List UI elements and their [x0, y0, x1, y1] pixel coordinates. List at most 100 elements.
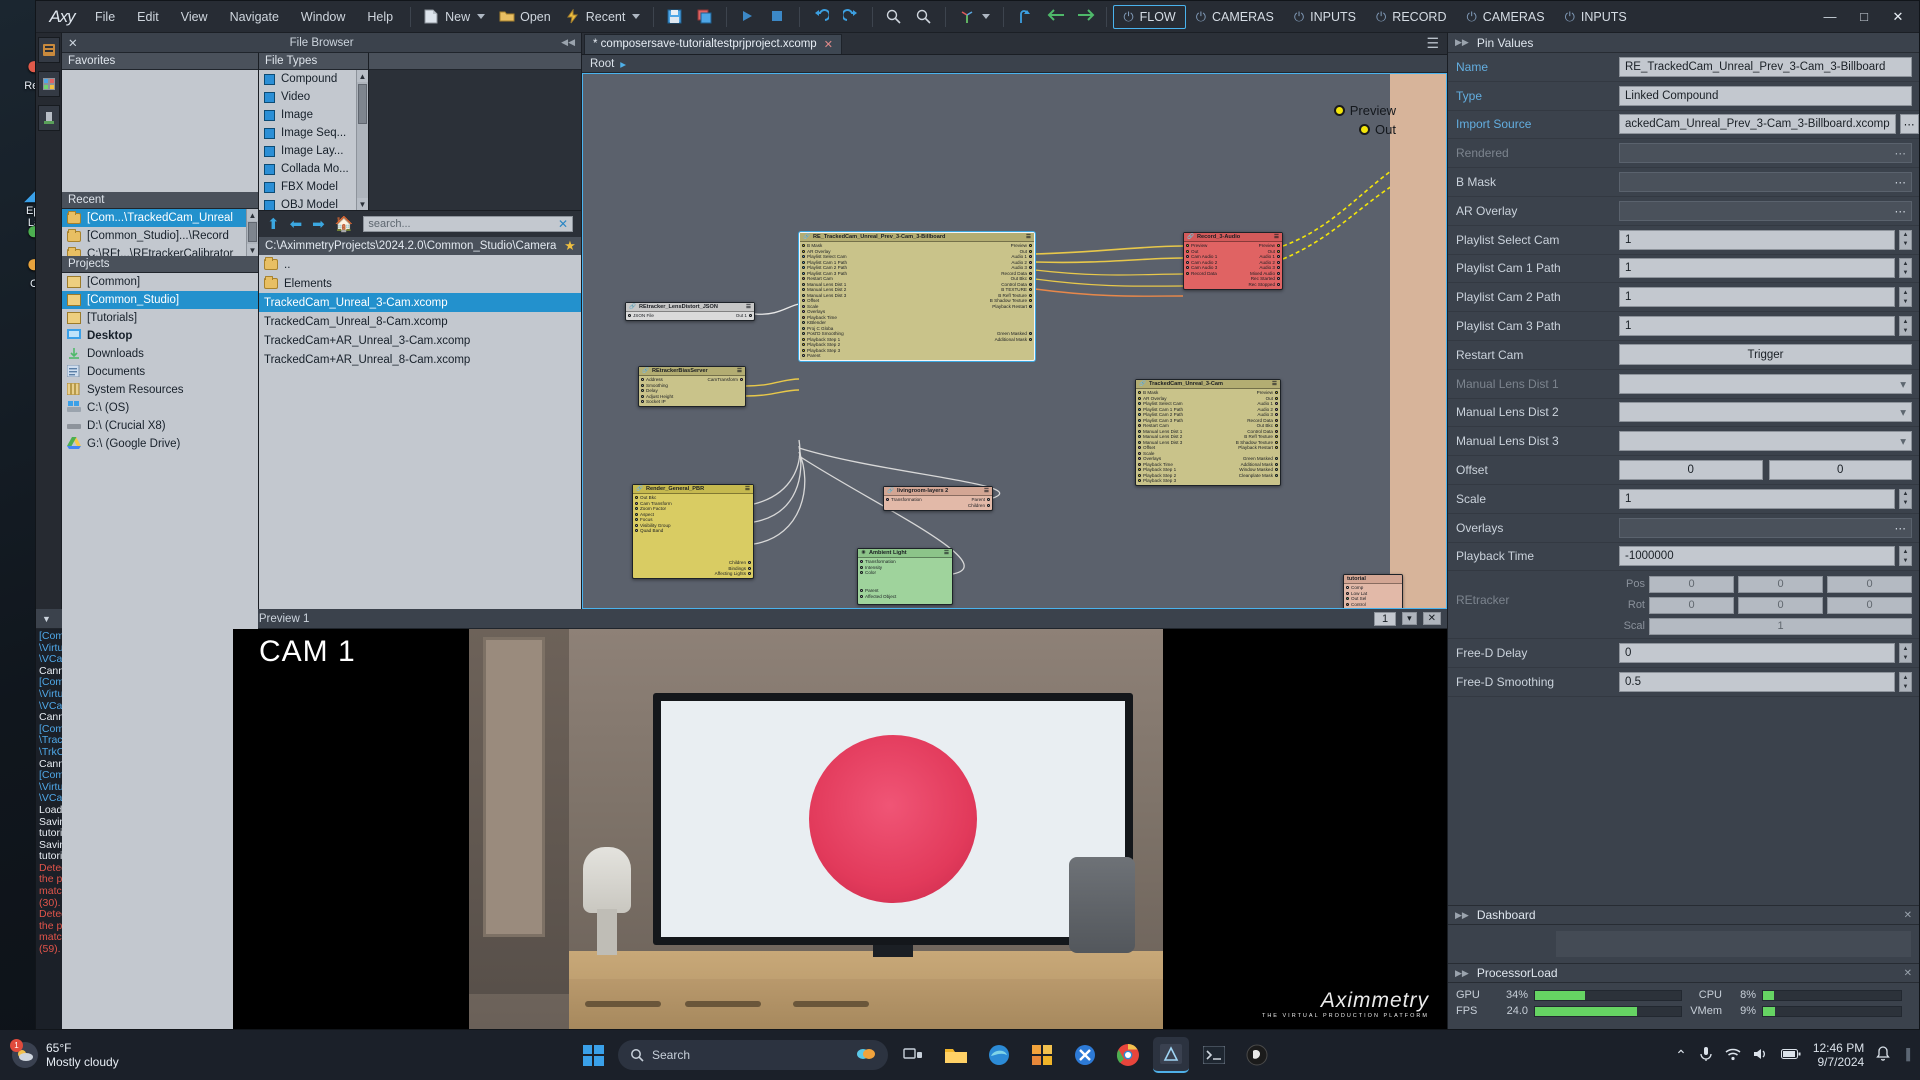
- file-type-item[interactable]: Image Lay...: [259, 142, 368, 160]
- preview-index[interactable]: 1: [1373, 611, 1397, 626]
- projects-list[interactable]: [Common] [Common_Studio] [Tutorials] Des…: [62, 273, 258, 1029]
- back-button[interactable]: [1040, 5, 1070, 29]
- node-menu-icon[interactable]: ☰: [1272, 381, 1277, 387]
- checkbox-icon[interactable]: [264, 199, 275, 210]
- checkbox-icon[interactable]: [264, 73, 275, 85]
- search-input[interactable]: Search: [618, 1040, 888, 1070]
- output-pin-out[interactable]: Out: [1359, 122, 1396, 137]
- node-menu-icon[interactable]: ☰: [746, 304, 751, 310]
- spinner-stepper[interactable]: ▲ ▼: [1899, 258, 1912, 279]
- forward-button[interactable]: [1070, 5, 1100, 29]
- scroll-up-icon[interactable]: ▲: [247, 209, 258, 221]
- file-type-item[interactable]: Collada Mo...: [259, 160, 368, 178]
- dock-button-panels[interactable]: [37, 71, 60, 97]
- recent-item[interactable]: [Common_Studio]...\Record: [62, 227, 258, 245]
- mode-flow[interactable]: ⏻ FLOW: [1113, 4, 1186, 29]
- pin-values-collapse-icon[interactable]: ▶▶: [1455, 37, 1469, 48]
- battery-icon[interactable]: [1780, 1048, 1801, 1063]
- aximmetry-button[interactable]: [1153, 1037, 1189, 1073]
- notifications-icon[interactable]: [1876, 1045, 1891, 1065]
- preview-dropdown-icon[interactable]: ▾: [1402, 612, 1417, 625]
- star-icon[interactable]: ★: [559, 237, 581, 255]
- menu-view[interactable]: View: [170, 5, 219, 29]
- pin-value-playlist-select-cam[interactable]: 1: [1619, 229, 1895, 250]
- pin-value-b-mask[interactable]: ⋯: [1619, 172, 1912, 193]
- retracker-rot-z[interactable]: 0: [1827, 596, 1912, 614]
- project-item-downloads[interactable]: Downloads: [62, 345, 258, 363]
- unreal-engine-button[interactable]: [1239, 1037, 1275, 1073]
- save-button[interactable]: [660, 5, 690, 29]
- node-menu-icon[interactable]: ☰: [984, 488, 989, 494]
- project-item-drive-g[interactable]: G:\ (Google Drive): [62, 435, 258, 453]
- pin-value-overlays[interactable]: ⋯: [1619, 517, 1912, 538]
- file-row-parent[interactable]: ..: [259, 255, 581, 274]
- node-header[interactable]: 🔗 TrackedCam_Unreal_3-Cam ☰: [1136, 380, 1280, 389]
- home-icon[interactable]: 🏠: [335, 215, 354, 233]
- scroll-thumb[interactable]: [248, 222, 257, 242]
- store-button[interactable]: [1024, 1037, 1060, 1073]
- restart-cam-trigger-button[interactable]: Trigger: [1619, 344, 1912, 366]
- pin-value-offset-y[interactable]: 0: [1768, 460, 1912, 481]
- node-retracker-lensdistort[interactable]: 🔗 REtracker_LensDistort_JSON ☰ JSON File…: [625, 302, 755, 321]
- node-canvas[interactable]: Preview Out 🔗 RE_TrackedCam_Unreal_Prev_…: [582, 73, 1447, 609]
- hamburger-icon[interactable]: ☰: [1426, 35, 1447, 52]
- volume-icon[interactable]: [1753, 1047, 1769, 1064]
- close-icon[interactable]: ✕: [824, 38, 833, 51]
- pin-value-manual-lens-dist-1[interactable]: ▾: [1619, 373, 1912, 394]
- file-explorer-button[interactable]: [938, 1037, 974, 1073]
- node-header[interactable]: 🔗 Render_General_PBR ☰: [633, 485, 753, 494]
- spinner-stepper[interactable]: ▲ ▼: [1899, 546, 1912, 567]
- recent-item[interactable]: C:\RFt...\RFtrackerCalibrator: [62, 245, 258, 256]
- menu-file[interactable]: File: [84, 5, 126, 29]
- dashboard-collapse-icon[interactable]: ▶▶: [1455, 910, 1469, 921]
- file-row[interactable]: TrackedCam+AR_Unreal_3-Cam.xcomp: [259, 331, 581, 350]
- retracker-rot-y[interactable]: 0: [1738, 596, 1823, 614]
- path-bar[interactable]: C:\AximmetryProjects\2024.2.0\Common_Stu…: [259, 237, 559, 255]
- node-header[interactable]: 🔗 REtracker_LensDistort_JSON ☰: [626, 303, 754, 312]
- recent-button[interactable]: Recent: [558, 5, 648, 29]
- scroll-up-icon[interactable]: ▲: [357, 70, 368, 82]
- panel-pin-icon[interactable]: ✕: [68, 36, 82, 50]
- clock[interactable]: 12:46 PM 9/7/2024: [1813, 1041, 1864, 1069]
- spinner-stepper[interactable]: ▲ ▼: [1899, 643, 1912, 664]
- tab-composersave[interactable]: * composersave-tutorialtestprjproject.xc…: [584, 33, 842, 54]
- mode-cameras-1[interactable]: ⏻ CAMERAS: [1186, 5, 1284, 29]
- node-header[interactable]: 🔗 RE_TrackedCam_Unreal_Prev_3-Cam_3-Bill…: [800, 233, 1034, 242]
- zoom-out-button[interactable]: [879, 5, 909, 29]
- mic-icon[interactable]: [1699, 1046, 1713, 1065]
- pin-value-free-d-delay[interactable]: 0: [1619, 643, 1895, 664]
- chrome-browser-button[interactable]: [1110, 1037, 1146, 1073]
- mode-inputs-1[interactable]: ⏻ INPUTS: [1284, 5, 1366, 29]
- node-header[interactable]: tutorial: [1344, 575, 1402, 584]
- dock-button-devices[interactable]: [37, 105, 60, 131]
- play-button[interactable]: [733, 5, 763, 29]
- spinner-stepper[interactable]: ▲ ▼: [1899, 229, 1912, 250]
- search-clear-icon[interactable]: ✕: [558, 217, 568, 231]
- project-item-desktop[interactable]: Desktop: [62, 327, 258, 345]
- project-item-system-resources[interactable]: System Resources: [62, 381, 258, 399]
- file-row[interactable]: TrackedCam+AR_Unreal_8-Cam.xcomp: [259, 350, 581, 369]
- retracker-pos-z[interactable]: 0: [1827, 575, 1912, 593]
- checkbox-icon[interactable]: [264, 145, 275, 157]
- node-ambient-light[interactable]: ☀ Ambient Light ☰ Transformation Intensi…: [857, 548, 953, 605]
- preview-close-icon[interactable]: ✕: [1422, 612, 1441, 625]
- maximize-button[interactable]: □: [1847, 9, 1881, 24]
- project-item-drive-d[interactable]: D:\ (Crucial X8): [62, 417, 258, 435]
- checkbox-icon[interactable]: [264, 109, 275, 121]
- search-input[interactable]: search... ✕: [363, 216, 573, 232]
- pin-value-playback-time[interactable]: -1000000: [1619, 546, 1895, 567]
- messages-collapse-icon[interactable]: ▼: [42, 614, 51, 624]
- spinner-stepper[interactable]: ▲ ▼: [1899, 316, 1912, 337]
- axis-button[interactable]: [952, 5, 997, 29]
- file-type-item[interactable]: Image: [259, 106, 368, 124]
- mode-cameras-2[interactable]: ⏻ CAMERAS: [1456, 5, 1554, 29]
- node-record-3-audio[interactable]: 🔗 Record_3-Audio ☰ Preview Out Cam Audio…: [1183, 232, 1283, 290]
- preview-stage[interactable]: CAM 1 Aximmetry THE VIRTUAL PRODUCTION P…: [233, 629, 1447, 1029]
- tray-chevron-icon[interactable]: ⌃: [1675, 1047, 1687, 1064]
- start-button[interactable]: [575, 1037, 611, 1073]
- file-row[interactable]: TrackedCam_Unreal_8-Cam.xcomp: [259, 312, 581, 331]
- checkbox-icon[interactable]: [264, 91, 275, 103]
- up-arrow-icon[interactable]: ⬆: [267, 215, 280, 233]
- node-menu-icon[interactable]: ☰: [1026, 234, 1031, 240]
- pin-value-ar-overlay[interactable]: ⋯: [1619, 200, 1912, 221]
